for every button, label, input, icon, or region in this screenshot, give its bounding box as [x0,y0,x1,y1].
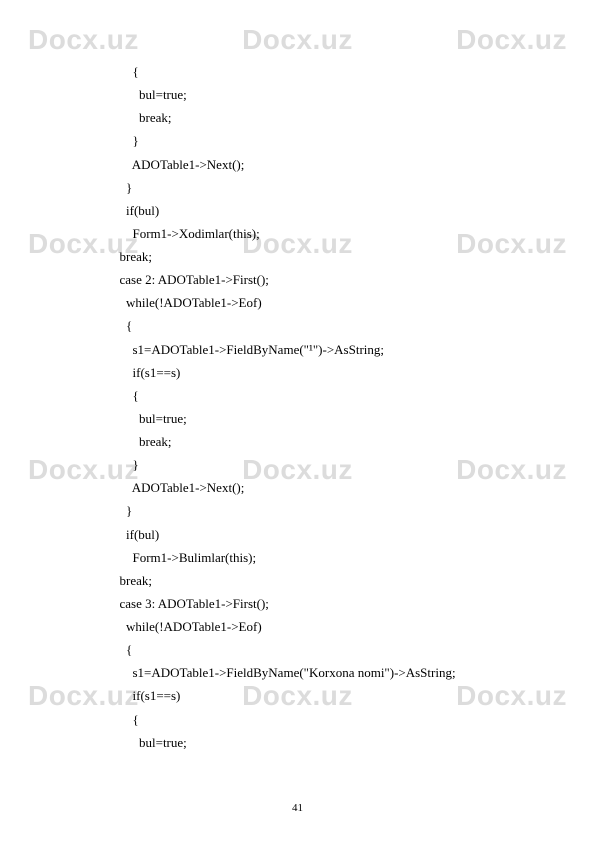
code-line: s1=ADOTable1->FieldByName("Korxona nomi"… [100,661,535,684]
code-line: { [100,708,535,731]
code-line: } [100,129,535,152]
code-line: bul=true; [100,407,535,430]
page-number: 41 [0,802,595,814]
code-line: Form1->Bulimlar(this); [100,546,535,569]
code-line: break; [100,245,535,268]
code-line: case 3: ADOTable1->First(); [100,592,535,615]
code-content: { bul=true; break; } ADOTable1->Next(); … [0,0,595,774]
code-line: while(!ADOTable1->Eof) [100,291,535,314]
code-line: { [100,314,535,337]
code-line: break; [100,430,535,453]
code-line: if(s1==s) [100,684,535,707]
code-line: { [100,60,535,83]
code-line: } [100,176,535,199]
code-line: if(bul) [100,199,535,222]
code-line: if(bul) [100,523,535,546]
code-line: } [100,453,535,476]
code-line: s1=ADOTable1->FieldByName("¹")->AsString… [100,338,535,361]
code-line: } [100,499,535,522]
code-line: bul=true; [100,83,535,106]
code-line: ADOTable1->Next(); [100,153,535,176]
code-line: bul=true; [100,731,535,754]
code-line: break; [100,569,535,592]
code-line: Form1->Xodimlar(this); [100,222,535,245]
code-line: if(s1==s) [100,361,535,384]
code-line: break; [100,106,535,129]
code-line: { [100,384,535,407]
code-line: ADOTable1->Next(); [100,476,535,499]
code-line: { [100,638,535,661]
code-line: while(!ADOTable1->Eof) [100,615,535,638]
code-line: case 2: ADOTable1->First(); [100,268,535,291]
